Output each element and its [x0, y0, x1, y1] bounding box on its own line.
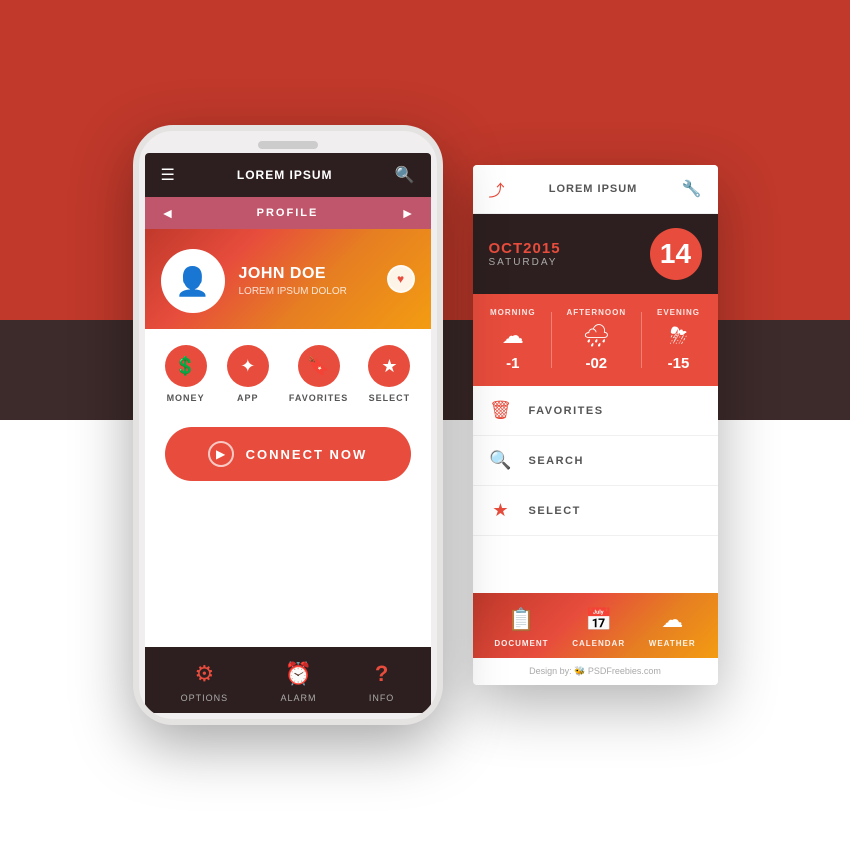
profile-nav-left-arrow[interactable]: ◄	[161, 205, 175, 221]
weather-afternoon: AFTERNOON 🌧 -02	[566, 308, 626, 372]
evening-temp: -15	[668, 355, 690, 372]
profile-area: 👤 JOHN DOE LOREM IPSUM DOLOR ♥	[145, 229, 431, 329]
phone-speaker	[258, 141, 318, 149]
panel-bottom-tabs: 📋 DOCUMENT 📅 CALENDAR ☁ WEATHER	[473, 593, 718, 658]
document-tab-icon: 📋	[508, 607, 535, 633]
list-item-select[interactable]: ★ SELECT	[473, 486, 718, 536]
search-list-label: SEARCH	[529, 455, 584, 467]
profile-subtitle: LOREM IPSUM DOLOR	[239, 286, 415, 297]
info-panel: ⤴ LOREM IPSUM 🔧 OCT2015 SATURDAY 14 MORN…	[473, 165, 718, 685]
panel-topbar: ⤴ LOREM IPSUM 🔧	[473, 165, 718, 214]
bottom-bar-options[interactable]: ⚙ OPTIONS	[181, 661, 229, 703]
profile-nav: ◄ PROFILE ►	[145, 197, 431, 229]
weather-header: OCT2015 SATURDAY 14	[473, 214, 718, 294]
evening-icon: ⛈	[670, 323, 688, 349]
afternoon-temp: -02	[585, 355, 607, 372]
weather-tab-label: WEATHER	[649, 639, 696, 648]
connect-now-label: CONNECT NOW	[246, 447, 368, 462]
weather-tab-icon: ☁	[661, 607, 683, 633]
connect-now-button[interactable]: ▶ CONNECT NOW	[165, 427, 411, 481]
phone-topbar-title: LOREM IPSUM	[237, 168, 333, 182]
menu-item-select[interactable]: ★ SELECT	[368, 345, 410, 403]
avatar: 👤	[161, 249, 225, 313]
morning-label: MORNING	[490, 308, 536, 317]
connect-play-icon: ▶	[208, 441, 234, 467]
calendar-tab-icon: 📅	[585, 607, 612, 633]
money-icon: 💲	[165, 345, 207, 387]
profile-heart-button[interactable]: ♥	[387, 265, 415, 293]
list-item-search[interactable]: 🔍 SEARCH	[473, 436, 718, 486]
afternoon-icon: 🌧	[582, 323, 610, 349]
info-icon: ?	[375, 661, 388, 687]
select-list-label: SELECT	[529, 505, 581, 517]
weather-month-year: OCT2015	[489, 240, 561, 257]
phone-menu-icons: 💲 MONEY ✦ APP 🔖 FAVORITES ★ SELECT	[145, 329, 431, 413]
select-icon: ★	[368, 345, 410, 387]
alarm-label: ALARM	[280, 693, 316, 703]
document-tab-label: DOCUMENT	[494, 639, 548, 648]
favorites-label: FAVORITES	[289, 393, 348, 403]
weather-morning: MORNING ☁ -1	[490, 308, 536, 372]
search-icon[interactable]: 🔍	[395, 165, 415, 185]
menu-item-favorites[interactable]: 🔖 FAVORITES	[289, 345, 348, 403]
menu-item-money[interactable]: 💲 MONEY	[165, 345, 207, 403]
info-label: INFO	[369, 693, 395, 703]
panel-topbar-title: LOREM IPSUM	[549, 183, 638, 195]
phone-mockup: ☰ LOREM IPSUM 🔍 ◄ PROFILE ► 👤 JOHN DOE L…	[133, 125, 443, 725]
favorites-icon: 🔖	[298, 345, 340, 387]
tab-weather[interactable]: ☁ WEATHER	[649, 607, 696, 648]
bottom-bar-alarm[interactable]: ⏰ ALARM	[280, 661, 316, 703]
favorites-list-icon: 🗑	[489, 400, 513, 421]
money-label: MONEY	[167, 393, 205, 403]
phone-topbar: ☰ LOREM IPSUM 🔍	[145, 153, 431, 197]
alarm-icon: ⏰	[285, 661, 312, 687]
options-icon: ⚙	[195, 661, 215, 687]
select-list-icon: ★	[489, 500, 513, 521]
profile-nav-label: PROFILE	[257, 207, 319, 219]
calendar-tab-label: CALENDAR	[572, 639, 625, 648]
wrench-icon[interactable]: 🔧	[682, 179, 702, 199]
app-label: APP	[237, 393, 259, 403]
weather-conditions: MORNING ☁ -1 AFTERNOON 🌧 -02 EVENING ⛈ -…	[473, 294, 718, 386]
afternoon-label: AFTERNOON	[566, 308, 626, 317]
morning-temp: -1	[506, 355, 519, 372]
search-list-icon: 🔍	[489, 450, 513, 471]
tab-calendar[interactable]: 📅 CALENDAR	[572, 607, 625, 648]
weather-day-name: SATURDAY	[489, 257, 561, 268]
evening-label: EVENING	[657, 308, 700, 317]
profile-nav-right-arrow[interactable]: ►	[401, 205, 415, 221]
weather-evening: EVENING ⛈ -15	[657, 308, 700, 372]
connect-section: ▶ CONNECT NOW	[145, 413, 431, 495]
weather-day-number: 14	[650, 228, 702, 280]
app-icon: ✦	[227, 345, 269, 387]
phone-bottom-bar: ⚙ OPTIONS ⏰ ALARM ? INFO	[145, 647, 431, 713]
weather-divider-2	[641, 312, 642, 368]
favorites-list-label: FAVORITES	[529, 405, 604, 417]
bottom-bar-info[interactable]: ? INFO	[369, 661, 395, 703]
options-label: OPTIONS	[181, 693, 229, 703]
morning-icon: ☁	[502, 323, 524, 349]
panel-footer: Design by: 🐝 PSDFreebies.com	[473, 658, 718, 685]
avatar-icon: 👤	[175, 265, 210, 298]
weather-divider-1	[551, 312, 552, 368]
select-label: SELECT	[369, 393, 411, 403]
tab-document[interactable]: 📋 DOCUMENT	[494, 607, 548, 648]
weather-date: OCT2015 SATURDAY	[489, 240, 561, 268]
menu-icon[interactable]: ☰	[161, 165, 175, 185]
phone-screen: ☰ LOREM IPSUM 🔍 ◄ PROFILE ► 👤 JOHN DOE L…	[145, 153, 431, 713]
list-item-favorites[interactable]: 🗑 FAVORITES	[473, 386, 718, 436]
menu-item-app[interactable]: ✦ APP	[227, 345, 269, 403]
share-icon[interactable]: ⤴	[489, 177, 505, 201]
